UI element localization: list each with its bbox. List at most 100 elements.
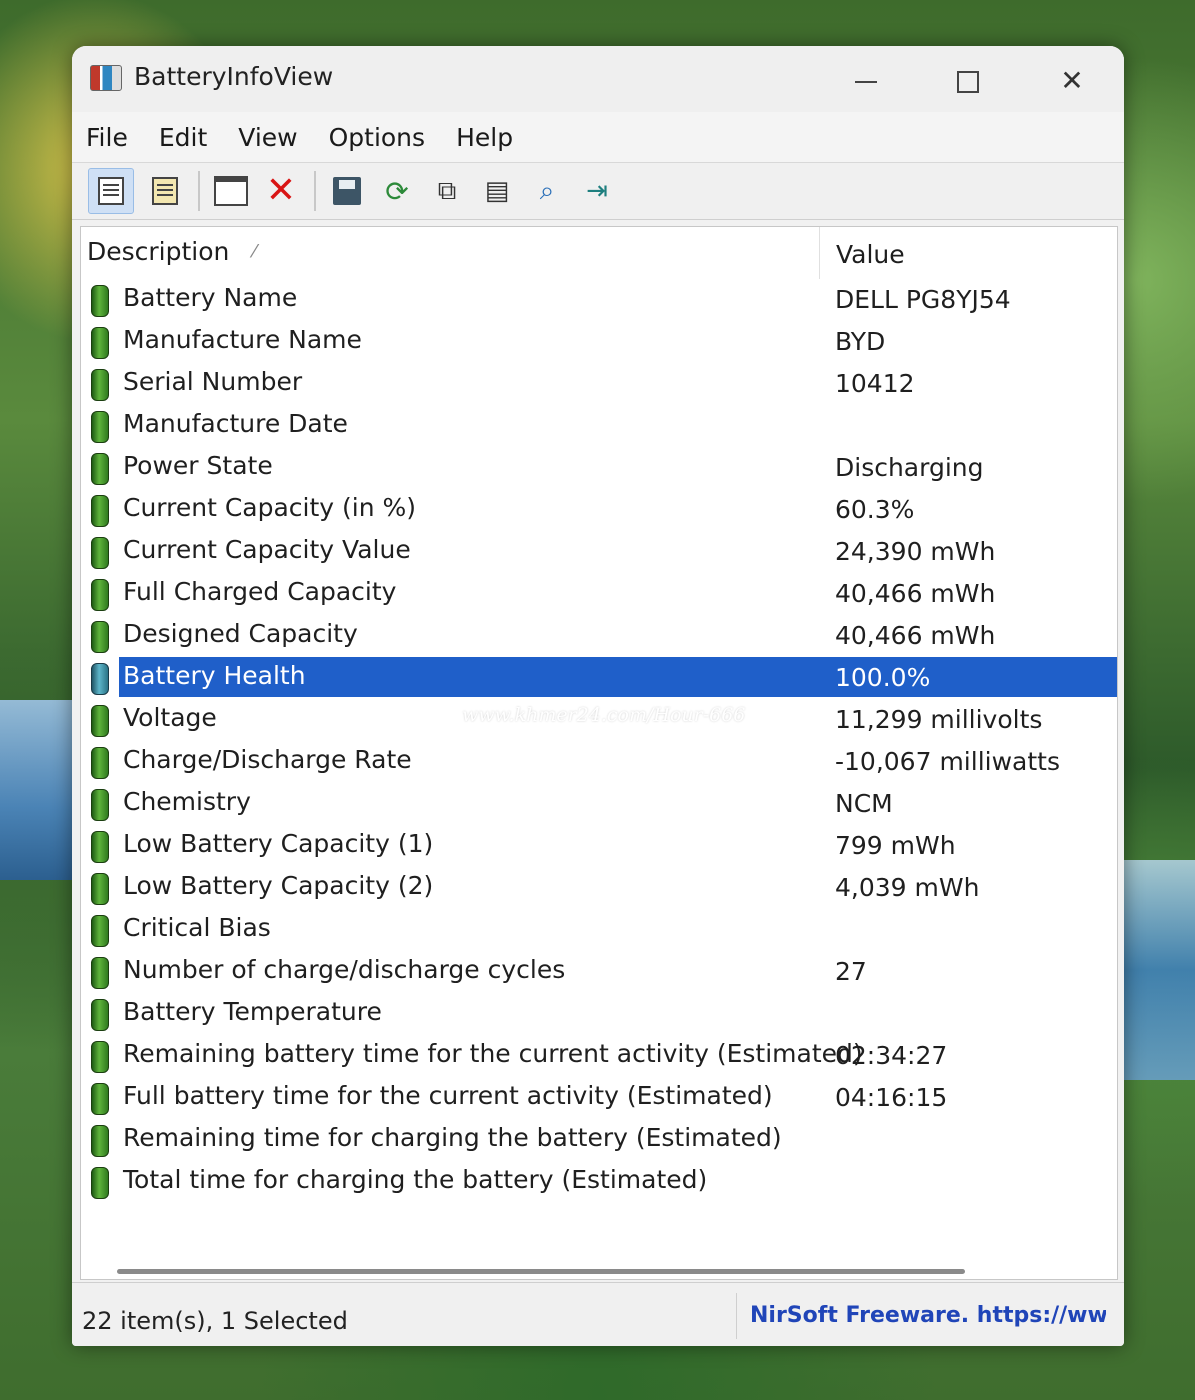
nirsoft-link[interactable]: NirSoft Freeware. https://www.nirsoft.ne…	[750, 1303, 1106, 1328]
battery-icon	[91, 285, 109, 317]
clipboard-icon	[152, 177, 178, 205]
battery-icon	[91, 1167, 109, 1199]
battery-icon	[91, 873, 109, 905]
row-value: 24,390 mWh	[835, 537, 996, 566]
delete-icon: ✕	[265, 170, 297, 211]
minimize-button[interactable]	[836, 58, 896, 104]
properties-icon: ▤	[484, 176, 510, 206]
battery-icon	[91, 495, 109, 527]
refresh-button[interactable]: ⟳	[378, 172, 416, 210]
list-row[interactable]: Chemistry NCM	[81, 783, 1117, 825]
battery-icon	[91, 411, 109, 443]
row-description: Current Capacity (in %)	[123, 493, 417, 522]
column-header-description[interactable]: Description	[87, 237, 229, 266]
row-description: Serial Number	[123, 367, 303, 396]
row-value: 799 mWh	[835, 831, 956, 860]
row-description: Battery Temperature	[123, 997, 382, 1026]
row-description: Low Battery Capacity (2)	[123, 871, 434, 900]
menu-help[interactable]: Help	[456, 123, 513, 152]
list-row[interactable]: Remaining battery time for the current a…	[81, 1035, 1117, 1077]
row-description: Total time for charging the battery (Est…	[123, 1165, 708, 1194]
row-description: Battery Name	[123, 283, 298, 312]
list-row[interactable]: Full battery time for the current activi…	[81, 1077, 1117, 1119]
column-divider[interactable]	[819, 227, 820, 279]
column-header-value[interactable]: Value	[836, 240, 905, 269]
save-button[interactable]	[328, 172, 366, 210]
menu-bar: File Edit View Options Help	[72, 112, 1124, 162]
row-value: 04:16:15	[835, 1083, 948, 1112]
close-button[interactable]: ✕	[1042, 58, 1102, 104]
list-row[interactable]: Remaining time for charging the battery …	[81, 1119, 1117, 1161]
list-row[interactable]: Manufacture Date	[81, 405, 1117, 447]
row-description: Current Capacity Value	[123, 535, 411, 564]
battery-icon	[91, 327, 109, 359]
list-row[interactable]: Battery Temperature	[81, 993, 1117, 1035]
list-row[interactable]: Critical Bias	[81, 909, 1117, 951]
title-bar[interactable]: BatteryInfoView ✕	[72, 46, 1124, 112]
toolbar-separator	[198, 171, 200, 211]
row-value: 100.0%	[835, 663, 931, 692]
row-description: Power State	[123, 451, 273, 480]
row-value: 40,466 mWh	[835, 621, 996, 650]
menu-view[interactable]: View	[238, 123, 297, 152]
list-row[interactable]: Current Capacity Value 24,390 mWh	[81, 531, 1117, 573]
toolbar: ✕ ⟳ ⧉ ▤ ⌕ ⇥	[72, 162, 1124, 220]
row-value: 02:34:27	[835, 1041, 948, 1070]
row-description: Battery Health	[123, 661, 306, 690]
row-description: Manufacture Name	[123, 325, 362, 354]
clipboard-button[interactable]	[146, 172, 184, 210]
list-row[interactable]: Battery Health 100.0%	[81, 657, 1117, 699]
exit-icon: ⇥	[586, 176, 608, 206]
list-row[interactable]: Designed Capacity 40,466 mWh	[81, 615, 1117, 657]
copy-button[interactable]: ⧉	[428, 172, 466, 210]
battery-icon	[91, 915, 109, 947]
row-value: 60.3%	[835, 495, 915, 524]
app-window: BatteryInfoView ✕ File Edit View Options…	[72, 46, 1124, 1346]
row-value: 27	[835, 957, 867, 986]
menu-options[interactable]: Options	[329, 123, 425, 152]
list-row[interactable]: Low Battery Capacity (1) 799 mWh	[81, 825, 1117, 867]
exit-button[interactable]: ⇥	[578, 172, 616, 210]
menu-file[interactable]: File	[86, 123, 128, 152]
row-value: -10,067 milliwatts	[835, 747, 1060, 776]
list-row[interactable]: Charge/Discharge Rate -10,067 milliwatts	[81, 741, 1117, 783]
battery-app-icon	[90, 65, 122, 91]
list-row[interactable]: Number of charge/discharge cycles 27	[81, 951, 1117, 993]
list-row[interactable]: Power State Discharging	[81, 447, 1117, 489]
properties-button[interactable]: ▤	[478, 172, 516, 210]
battery-icon	[91, 453, 109, 485]
list-row[interactable]: Total time for charging the battery (Est…	[81, 1161, 1117, 1203]
row-value: 10412	[835, 369, 915, 398]
find-button[interactable]: ⌕	[528, 172, 566, 210]
maximize-button[interactable]	[938, 58, 998, 104]
battery-icon	[91, 831, 109, 863]
battery-icon	[91, 663, 109, 695]
status-bar: 22 item(s), 1 Selected NirSoft Freeware.…	[72, 1282, 1124, 1346]
row-description: Voltage	[123, 703, 217, 732]
toolbar-separator	[314, 171, 316, 211]
row-description: Remaining time for charging the battery …	[123, 1123, 782, 1152]
list-row[interactable]: Current Capacity (in %) 60.3%	[81, 489, 1117, 531]
menu-edit[interactable]: Edit	[159, 123, 207, 152]
battery-icon	[91, 621, 109, 653]
battery-icon	[91, 957, 109, 989]
watermark-text: www.khmer24.com/Hour-666	[462, 704, 746, 726]
delete-button[interactable]: ✕	[262, 172, 300, 210]
row-description: Charge/Discharge Rate	[123, 745, 412, 774]
list-row[interactable]: Battery Name DELL PG8YJ54	[81, 279, 1117, 321]
battery-info-list[interactable]: Description ⁄ Value Battery Name DELL PG8…	[80, 226, 1118, 1280]
row-description: Number of charge/discharge cycles	[123, 955, 566, 984]
list-row[interactable]: Manufacture Name BYD	[81, 321, 1117, 363]
html-report-icon	[98, 177, 124, 205]
battery-icon	[91, 999, 109, 1031]
list-row[interactable]: Low Battery Capacity (2) 4,039 mWh	[81, 867, 1117, 909]
list-row[interactable]: Full Charged Capacity 40,466 mWh	[81, 573, 1117, 615]
save-icon	[333, 177, 361, 205]
row-description: Manufacture Date	[123, 409, 348, 438]
list-row[interactable]: Serial Number 10412	[81, 363, 1117, 405]
horizontal-scrollbar[interactable]	[117, 1269, 965, 1274]
copy-icon: ⧉	[437, 175, 457, 206]
battery-icon	[91, 747, 109, 779]
window-button[interactable]	[212, 172, 250, 210]
html-report-button[interactable]	[88, 168, 134, 214]
